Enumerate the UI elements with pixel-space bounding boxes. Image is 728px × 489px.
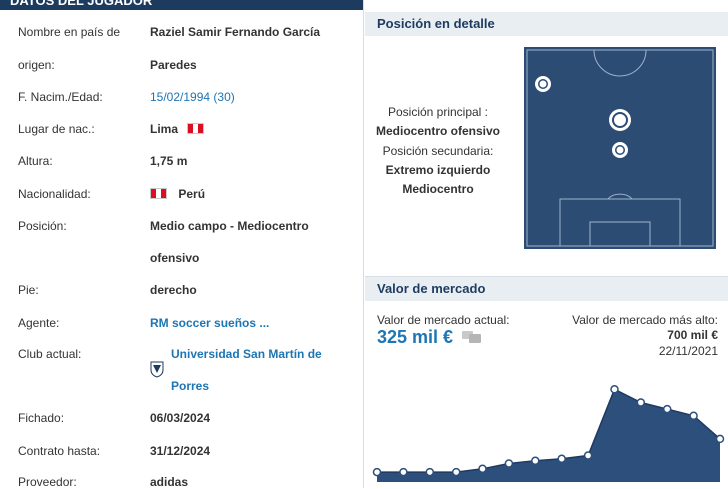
birth-date-link[interactable]: 15/02/1994 (30) xyxy=(150,90,235,104)
secondary-position-value-1: Extremo izquierdo xyxy=(385,163,491,177)
joined-value: 06/03/2024 xyxy=(150,411,211,425)
nationality-label: Nacionalidad: xyxy=(18,187,91,201)
main-position-label: Posición principal : xyxy=(387,105,489,119)
chart-point xyxy=(399,467,408,477)
contract-value: 31/12/2024 xyxy=(150,444,211,458)
max-value-label: Valor de mercado más alto: xyxy=(572,313,718,327)
player-data-header: DATOS DEL JUGADOR xyxy=(0,0,363,10)
secondary-position-value-2: Mediocentro xyxy=(402,182,474,196)
name-label: Nombre en país de xyxy=(18,25,121,39)
current-value: 325 mil € xyxy=(377,327,483,348)
club-link-cont[interactable]: Porres xyxy=(171,379,209,393)
birthplace-text: Lima xyxy=(150,122,179,136)
main-position-value: Mediocentro ofensivo xyxy=(375,124,500,138)
contract-label: Contrato hasta: xyxy=(18,444,101,458)
height-label: Altura: xyxy=(18,154,53,168)
peru-flag-icon xyxy=(150,188,167,199)
chart-point xyxy=(372,467,382,477)
current-value-text: 325 mil € xyxy=(377,327,454,347)
max-value: 700 mil € xyxy=(667,328,718,342)
name-value-cont: Paredes xyxy=(150,58,197,72)
position-value-cont: ofensivo xyxy=(150,251,200,265)
current-value-label: Valor de mercado actual: xyxy=(377,313,510,327)
chart-point xyxy=(583,451,593,460)
birthplace-label: Lugar de nac.: xyxy=(18,122,95,136)
secondary-position-label: Posición secundaria: xyxy=(382,144,494,158)
birthplace-value: Lima xyxy=(150,122,205,136)
chart-point xyxy=(504,459,514,468)
chart-point xyxy=(531,456,540,466)
agent-link[interactable]: RM soccer sueños ... xyxy=(150,316,269,330)
position-value: Medio campo - Mediocentro xyxy=(150,219,309,233)
club-link[interactable]: Universidad San Martín de xyxy=(171,347,322,361)
name-label-cont: origen: xyxy=(18,58,55,72)
foot-label: Pie: xyxy=(18,283,39,297)
position-label: Posición: xyxy=(18,219,67,233)
agent-label: Agente: xyxy=(18,316,60,330)
chart-point xyxy=(636,398,646,407)
supplier-value: adidas xyxy=(150,475,189,488)
chart-point xyxy=(715,434,725,444)
market-value-header: Valor de mercado xyxy=(365,277,728,301)
nationality-text: Perú xyxy=(178,187,206,201)
foot-value: derecho xyxy=(150,283,197,297)
birth-label: F. Nacim./Edad: xyxy=(18,90,103,104)
position-marker-main-attacking-midfield xyxy=(609,109,631,131)
football-pitch xyxy=(524,47,716,249)
supplier-label: Proveedor: xyxy=(18,475,77,488)
chart-point xyxy=(662,404,672,414)
chart-point xyxy=(610,385,619,394)
position-marker-secondary-central-midfield xyxy=(612,142,628,158)
speech-bubbles-icon[interactable] xyxy=(461,330,483,344)
max-value-date: 22/11/2021 xyxy=(658,344,718,358)
chart-point xyxy=(478,464,487,474)
peru-flag-icon xyxy=(187,123,205,134)
player-data-panel: DATOS DEL JUGADOR Nombre en país de Razi… xyxy=(0,0,364,488)
market-value-chart[interactable] xyxy=(365,370,728,488)
chart-point xyxy=(557,454,566,464)
chart-point xyxy=(689,411,698,421)
club-crest-icon[interactable] xyxy=(150,360,164,378)
chart-point xyxy=(451,467,461,477)
height-value: 1,75 m xyxy=(150,154,188,168)
club-label: Club actual: xyxy=(18,347,82,361)
position-detail-header: Posición en detalle xyxy=(365,12,728,36)
name-value: Raziel Samir Fernando García xyxy=(150,25,321,39)
position-marker-secondary-left-wing xyxy=(535,76,551,92)
joined-label: Fichado: xyxy=(18,411,65,425)
chart-point xyxy=(425,467,435,477)
nationality-value: Perú xyxy=(150,187,205,201)
